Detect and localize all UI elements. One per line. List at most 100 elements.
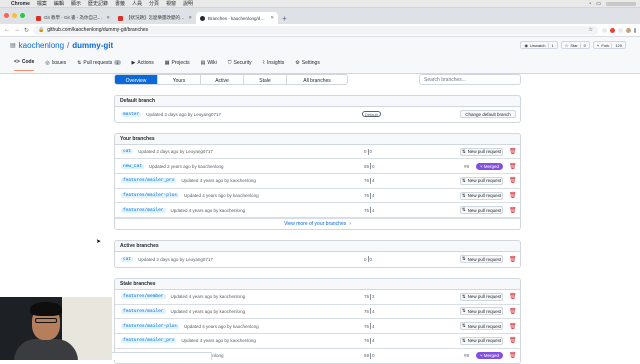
menubar-app-name[interactable]: Chrome (11, 1, 30, 7)
watch-count: 1 (547, 42, 554, 48)
trash-icon[interactable]: 🗑 (509, 323, 517, 330)
button-label: New pull request (467, 294, 502, 300)
wifi-icon[interactable]: ◔ (588, 1, 591, 7)
change-default-branch-button[interactable]: Change default branch (460, 110, 516, 119)
filter-yours[interactable]: Yours (158, 75, 201, 84)
menu-people[interactable]: 人員 (132, 0, 142, 7)
new-pull-request-button[interactable]: ⇅ New pull request (460, 191, 503, 200)
branch-name-link[interactable]: cat (121, 149, 134, 155)
address-url: github.com/kaochenlong/dummy-git/branche… (47, 27, 149, 33)
trash-icon[interactable]: 🗑 (509, 192, 517, 199)
tab-pull-requests[interactable]: ⇅ Pull requests 1 (77, 59, 121, 71)
extension-icon[interactable] (610, 27, 615, 33)
address-bar[interactable]: 🔒 github.com/kaochenlong/dummy-git/branc… (33, 25, 598, 35)
branch-name-link[interactable]: features/member (121, 294, 166, 300)
new-pull-request-button[interactable]: ⇅ New pull request (460, 322, 503, 331)
new-pull-request-button[interactable]: ⇅ New pull request (460, 307, 503, 316)
reload-icon[interactable]: ↻ (24, 27, 29, 34)
close-window-icon[interactable] (4, 13, 9, 18)
branch-name-link[interactable]: features/mailer-plus (121, 323, 180, 329)
trash-icon[interactable]: 🗑 (509, 177, 517, 184)
browser-tab-active[interactable]: Branches · kaochenlong/dummy-git ✕ (196, 12, 278, 24)
browser-tab[interactable]: 【狀況題】怎麼樂團改變的訂... ✕ (114, 12, 196, 24)
tab-projects[interactable]: ▦ Projects (165, 59, 190, 71)
branch-search-input[interactable]: Search branches... (419, 74, 521, 85)
pr-number-link[interactable]: #8 (464, 164, 469, 169)
trash-icon[interactable]: 🗑 (509, 163, 517, 170)
trash-icon[interactable]: 🗑 (509, 207, 517, 214)
branch-updated: Updated 4 years ago by kaochenlong (170, 294, 246, 300)
trash-icon[interactable]: 🗑 (509, 256, 517, 263)
filter-active[interactable]: Active (201, 75, 244, 84)
tab-security[interactable]: ⛉ Security (228, 59, 252, 71)
extension-icon[interactable] (618, 27, 623, 33)
pr-icon: ⇅ (461, 148, 466, 154)
close-tab-icon[interactable]: ✕ (270, 15, 274, 21)
maximize-window-icon[interactable] (20, 13, 25, 18)
new-pull-request-button[interactable]: ⇅ New pull request (460, 336, 503, 345)
browser-tab[interactable]: Git 教學 - Git 書 - 為你自己學... ✕ (32, 12, 114, 24)
trash-icon[interactable]: 🗑 (509, 308, 517, 315)
filter-overview[interactable]: Overview (115, 75, 158, 84)
tab-issues[interactable]: ◎ Issues (45, 59, 66, 71)
fork-button[interactable]: ⑂ Fork 129 (592, 41, 626, 49)
branch-name-link[interactable]: features/mailer_pro (121, 338, 177, 344)
menu-edit[interactable]: 編輯 (54, 0, 64, 7)
branch-name-link[interactable]: features/mailer-plus (121, 193, 180, 199)
merged-badge[interactable]: ⑂ Merged (476, 352, 503, 360)
menu-bookmarks[interactable]: 書籤 (115, 0, 125, 7)
tab-insights[interactable]: ⌇ Insights (263, 59, 285, 71)
branch-name-link[interactable]: features/mailer (121, 308, 166, 314)
new-pull-request-button[interactable]: ⇅ New pull request (460, 292, 503, 301)
new-pull-request-button[interactable]: ⇅ New pull request (460, 255, 503, 264)
new-pull-request-button[interactable]: ⇅ New pull request (460, 147, 503, 156)
repo-owner-link[interactable]: kaochenlong (19, 41, 64, 50)
trash-icon[interactable]: 🗑 (509, 293, 517, 300)
branch-name-link[interactable]: master (121, 111, 142, 117)
tab-wiki[interactable]: ▤ Wiki (201, 59, 217, 71)
tab-actions[interactable]: ▶ Actions (132, 59, 154, 71)
pr-number-link[interactable]: #8 (464, 353, 469, 358)
menu-help[interactable]: 說明 (183, 0, 193, 7)
menu-window[interactable]: 視窗 (166, 0, 176, 7)
battery-icon[interactable]: ▭ (596, 1, 601, 7)
branch-row: new_cat Updated 2 years ago by kaochenlo… (115, 159, 520, 175)
merged-badge[interactable]: ⑂ Merged (476, 162, 503, 170)
branch-updated: Updated 2 days ago by Leoyang0717 (138, 256, 213, 262)
chrome-menu-icon[interactable] (634, 27, 636, 33)
view-more-link[interactable]: View more of your branches › (115, 218, 520, 229)
extension-icon[interactable] (602, 27, 607, 33)
trash-icon[interactable]: 🗑 (509, 337, 517, 344)
branch-name-link[interactable]: cat (121, 256, 134, 262)
unwatch-button[interactable]: ◉ Unwatch 1 (520, 41, 558, 49)
repo-name-link[interactable]: dummy-git (72, 41, 113, 50)
close-tab-icon[interactable]: ✕ (106, 15, 110, 21)
filter-stale[interactable]: Stale (244, 75, 287, 84)
menu-tab[interactable]: 分頁 (149, 0, 159, 7)
browser-tabbar: Git 教學 - Git 書 - 為你自己學... ✕ 【狀況題】怎麼樂團改變的… (0, 8, 640, 24)
tab-settings[interactable]: ⚙ Settings (295, 59, 320, 71)
menu-view[interactable]: 顯示 (71, 0, 81, 7)
close-tab-icon[interactable]: ✕ (188, 15, 192, 21)
new-tab-button[interactable]: + (278, 14, 291, 24)
minimize-window-icon[interactable] (12, 13, 17, 18)
branch-row: features/mailer Updated 4 years ago by k… (115, 305, 520, 320)
star-button[interactable]: ☆ Star 0 (560, 41, 590, 49)
new-pull-request-button[interactable]: ⇅ New pull request (460, 206, 503, 215)
menu-history[interactable]: 歷史記錄 (88, 0, 108, 7)
profile-avatar[interactable] (626, 27, 631, 33)
trash-icon[interactable]: 🗑 (509, 352, 517, 359)
branch-name-link[interactable]: features/mailer (121, 207, 166, 213)
bookmark-star-icon[interactable]: ☆ (589, 27, 593, 33)
behind-count: 76 (364, 308, 370, 314)
branch-name-link[interactable]: new_cat (121, 163, 144, 169)
trash-icon[interactable]: 🗑 (509, 148, 517, 155)
tab-code[interactable]: <> Code (14, 59, 35, 71)
branch-name-link[interactable]: features/mailer_pro (121, 178, 177, 184)
menubar-clock[interactable] (606, 1, 636, 6)
new-pull-request-button[interactable]: ⇅ New pull request (460, 176, 503, 185)
filter-all-branches[interactable]: All branches (287, 75, 347, 84)
menu-file[interactable]: 檔案 (37, 0, 47, 7)
forward-icon[interactable]: → (14, 27, 20, 33)
back-icon[interactable]: ← (4, 27, 10, 33)
